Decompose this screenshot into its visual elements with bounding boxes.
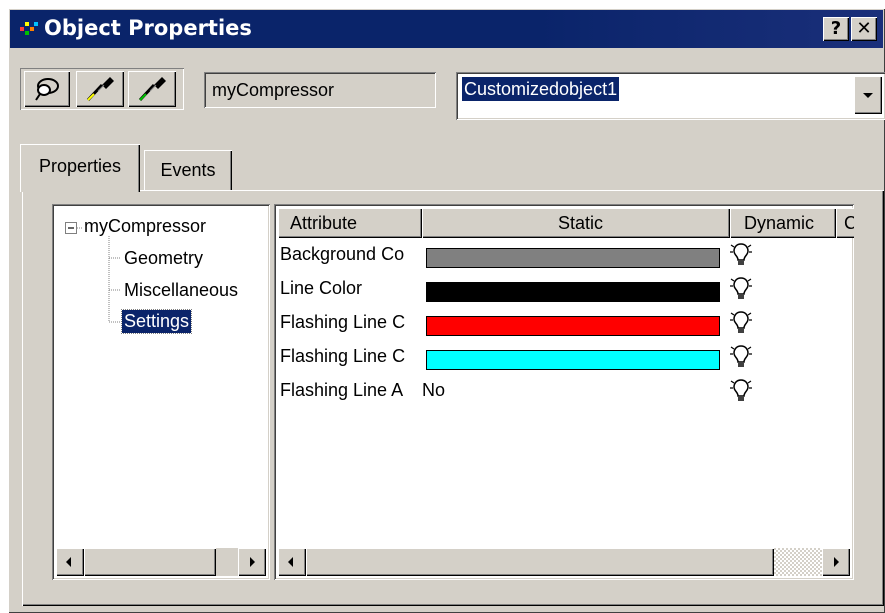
arrow-right-icon	[834, 557, 839, 567]
tab-events[interactable]: Events	[144, 150, 232, 190]
chevron-down-icon	[863, 93, 873, 98]
object-properties-window: Object Properties ? ✕ myCompressor Custo…	[8, 8, 885, 613]
scroll-left-button[interactable]	[278, 548, 306, 576]
row-attribute: Flashing Line C	[280, 312, 406, 332]
tab-events-label: Events	[160, 160, 216, 180]
row-attribute: Line Color	[280, 278, 363, 298]
arrow-left-icon	[288, 557, 293, 567]
lightbulb-icon[interactable]	[730, 276, 752, 302]
pipette-button-1[interactable]	[76, 71, 124, 107]
lightbulb-icon[interactable]	[730, 344, 752, 370]
tree-item-miscellaneous[interactable]: Miscellaneous	[124, 280, 238, 301]
combo-dropdown-button[interactable]	[854, 76, 882, 114]
column-header-static: Static	[558, 213, 604, 233]
static-color-swatch[interactable]	[426, 350, 720, 370]
tree-item-geometry[interactable]: Geometry	[124, 248, 203, 269]
scroll-right-button[interactable]	[238, 548, 266, 576]
object-tree[interactable]: myCompressor Geometry Miscellaneous Sett…	[52, 204, 270, 580]
object-combo[interactable]: Customizedobject1	[456, 72, 885, 120]
window-title: Object Properties	[44, 16, 252, 40]
scroll-track[interactable]	[774, 548, 822, 576]
static-color-swatch[interactable]	[426, 248, 720, 268]
scroll-left-button[interactable]	[56, 548, 84, 576]
lasso-button[interactable]	[24, 71, 70, 107]
row-attribute: Flashing Line A	[280, 380, 404, 400]
attribute-grid[interactable]: Attribute Static Dynamic C Background Co…	[274, 204, 854, 580]
grid-horizontal-scrollbar[interactable]	[278, 548, 850, 576]
column-header-dynamic: Dynamic	[744, 213, 815, 233]
title-bar[interactable]: Object Properties ? ✕	[10, 10, 883, 48]
tab-properties-label: Properties	[38, 156, 122, 176]
tab-properties[interactable]: Properties	[20, 144, 140, 192]
static-color-swatch[interactable]	[426, 316, 720, 336]
arrow-left-icon	[66, 557, 71, 567]
column-header-c: C	[844, 213, 854, 233]
close-button[interactable]: ✕	[851, 17, 877, 41]
object-name-field: myCompressor	[204, 72, 436, 108]
static-color-swatch[interactable]	[426, 282, 720, 302]
lightbulb-icon[interactable]	[730, 310, 752, 336]
tree-root-mycompressor[interactable]: myCompressor	[84, 216, 206, 237]
combo-selected-value[interactable]: Customizedobject1	[460, 76, 621, 102]
lasso-icon	[35, 78, 59, 101]
static-value-text[interactable]: No	[422, 380, 445, 401]
scroll-right-button[interactable]	[822, 548, 850, 576]
header-dynamic-cell[interactable]: Dynamic	[730, 208, 836, 238]
app-icon	[20, 22, 38, 36]
lightbulb-icon[interactable]	[730, 378, 752, 404]
header-attribute-cell[interactable]: Attribute	[278, 208, 422, 238]
pipette-button-2[interactable]	[128, 71, 176, 107]
tree-item-settings[interactable]: Settings	[120, 309, 193, 334]
pipette-icon	[86, 77, 114, 102]
help-button[interactable]: ?	[823, 17, 849, 41]
tool-button-group	[20, 68, 184, 110]
pipette-icon	[138, 77, 166, 102]
header-extra-cell[interactable]: C	[836, 208, 854, 238]
row-attribute: Background Co	[280, 244, 405, 264]
row-attribute: Flashing Line C	[280, 346, 406, 366]
scroll-thumb[interactable]	[84, 548, 216, 576]
column-header-attribute: Attribute	[290, 213, 358, 233]
lightbulb-icon[interactable]	[730, 242, 752, 268]
scroll-thumb[interactable]	[306, 548, 774, 576]
tree-horizontal-scrollbar[interactable]	[56, 548, 266, 576]
header-static-cell[interactable]: Static	[422, 208, 730, 238]
arrow-right-icon	[250, 557, 255, 567]
